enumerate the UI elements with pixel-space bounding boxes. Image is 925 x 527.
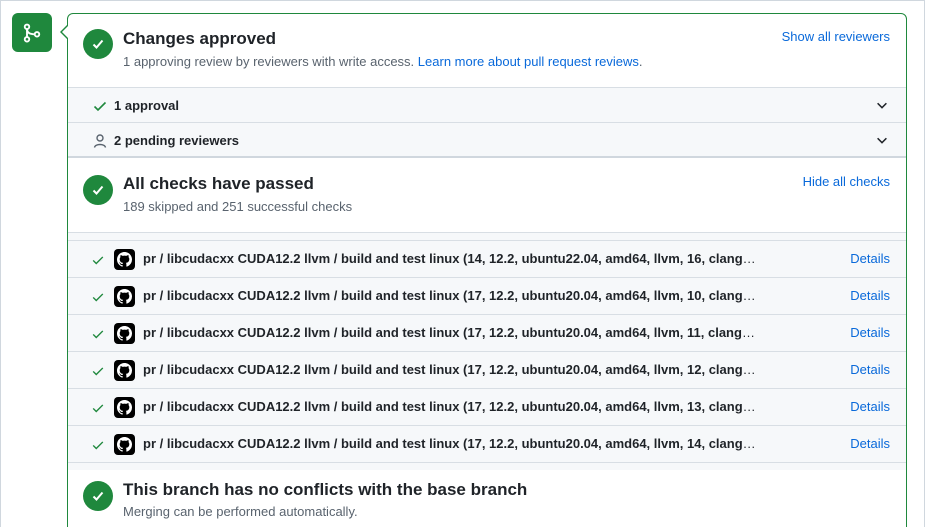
conflicts-title: This branch has no conflicts with the ba… — [123, 480, 528, 499]
learn-more-link[interactable]: Learn more about pull request reviews — [418, 54, 639, 69]
check-prefix: pr / — [143, 362, 167, 377]
merge-status-panel: Changes approved 1 approving review by r… — [67, 13, 907, 527]
check-row: pr / libcudacxx CUDA12.2 llvm / build an… — [68, 351, 906, 388]
check-prefix: pr / — [143, 436, 167, 451]
check-row: pr / libcudacxx CUDA12.2 llvm / build an… — [68, 425, 906, 462]
check-row: pr / libcudacxx CUDA12.2 llvm / build an… — [68, 277, 906, 314]
check-job: libcudacxx CUDA12.2 llvm — [166, 362, 331, 377]
git-merge-icon — [12, 13, 52, 52]
hide-all-checks-link[interactable]: Hide all checks — [803, 174, 890, 189]
check-job: libcudacxx CUDA12.2 llvm — [166, 251, 331, 266]
check-details-link[interactable]: Details — [850, 362, 890, 377]
show-all-reviewers-link[interactable]: Show all reviewers — [782, 29, 890, 44]
conflicts-subtitle: Merging can be performed automatically. — [123, 504, 358, 519]
review-subtitle: 1 approving review by reviewers with wri… — [123, 54, 643, 69]
learn-more-suffix: . — [638, 54, 643, 69]
check-job-name: build and test linux (17, 12.2, ubuntu20… — [340, 288, 758, 303]
check-icon — [92, 367, 104, 376]
check-job-name: build and test linux (14, 12.2, ubuntu22… — [340, 251, 758, 266]
check-job: libcudacxx CUDA12.2 llvm — [166, 436, 331, 451]
check-separator: / — [330, 288, 341, 303]
check-details-link[interactable]: Details — [850, 288, 890, 303]
check-prefix: pr / — [143, 325, 167, 340]
check-job-name: build and test linux (17, 12.2, ubuntu20… — [340, 436, 758, 451]
check-details-link[interactable]: Details — [850, 251, 890, 266]
check-row: pr / libcudacxx CUDA12.2 llvm / build an… — [68, 240, 906, 277]
check-icon — [93, 101, 107, 112]
check-separator: / — [330, 436, 341, 451]
panel-caret-inner — [62, 25, 69, 39]
check-prefix: pr / — [143, 251, 167, 266]
check-row: pr / libcudacxx CUDA12.2 llvm / build an… — [68, 388, 906, 425]
check-separator: / — [330, 251, 341, 266]
check-separator: / — [330, 362, 341, 377]
checks-list-bottom-band — [68, 462, 906, 470]
pending-reviewers-label: 2 pending reviewers — [114, 132, 239, 148]
checks-passed-icon — [83, 175, 113, 205]
check-job-name: build and test linux (17, 12.2, ubuntu20… — [340, 399, 758, 414]
checks-subtitle: 189 skipped and 251 successful checks — [123, 199, 353, 214]
check-prefix: pr / — [143, 399, 167, 414]
github-actions-icon — [114, 360, 135, 381]
check-name: pr / libcudacxx CUDA12.2 llvm / build an… — [143, 399, 758, 414]
person-icon — [93, 134, 107, 148]
check-icon — [92, 293, 104, 302]
check-details-link[interactable]: Details — [850, 399, 890, 414]
check-row: pr / libcudacxx CUDA12.2 llvm / build an… — [68, 314, 906, 351]
check-icon — [92, 441, 104, 450]
chevron-down-icon[interactable] — [875, 133, 889, 147]
check-details-link[interactable]: Details — [850, 325, 890, 340]
check-name: pr / libcudacxx CUDA12.2 llvm / build an… — [143, 251, 758, 266]
check-name: pr / libcudacxx CUDA12.2 llvm / build an… — [143, 362, 758, 377]
pending-reviewers-row[interactable]: 2 pending reviewers — [68, 122, 906, 157]
checks-title: All checks have passed — [123, 174, 314, 193]
approvals-row[interactable]: 1 approval — [68, 87, 906, 122]
github-actions-icon — [114, 397, 135, 418]
check-icon — [92, 256, 104, 265]
check-separator: / — [330, 325, 341, 340]
section-divider — [68, 156, 906, 158]
check-prefix: pr / — [143, 288, 167, 303]
github-actions-icon — [114, 249, 135, 270]
chevron-down-icon[interactable] — [875, 98, 889, 112]
check-job-name: build and test linux (17, 12.2, ubuntu20… — [340, 362, 758, 377]
check-icon — [92, 330, 104, 339]
github-actions-icon — [114, 434, 135, 455]
check-icon — [92, 404, 104, 413]
approvals-label: 1 approval — [114, 97, 180, 113]
check-name: pr / libcudacxx CUDA12.2 llvm / build an… — [143, 325, 758, 340]
check-separator: / — [330, 399, 341, 414]
review-title: Changes approved — [123, 29, 277, 48]
review-subtitle-text: 1 approving review by reviewers with wri… — [123, 54, 415, 69]
no-conflicts-check-icon — [83, 481, 113, 511]
github-actions-icon — [114, 286, 135, 307]
check-job: libcudacxx CUDA12.2 llvm — [166, 399, 331, 414]
check-name: pr / libcudacxx CUDA12.2 llvm / build an… — [143, 436, 758, 451]
check-details-link[interactable]: Details — [850, 436, 890, 451]
check-job: libcudacxx CUDA12.2 llvm — [166, 288, 331, 303]
checks-list-top-band — [68, 232, 906, 240]
approved-check-icon — [83, 29, 113, 59]
check-name: pr / libcudacxx CUDA12.2 llvm / build an… — [143, 288, 758, 303]
github-actions-icon — [114, 323, 135, 344]
check-job: libcudacxx CUDA12.2 llvm — [166, 325, 331, 340]
check-job-name: build and test linux (17, 12.2, ubuntu20… — [340, 325, 758, 340]
